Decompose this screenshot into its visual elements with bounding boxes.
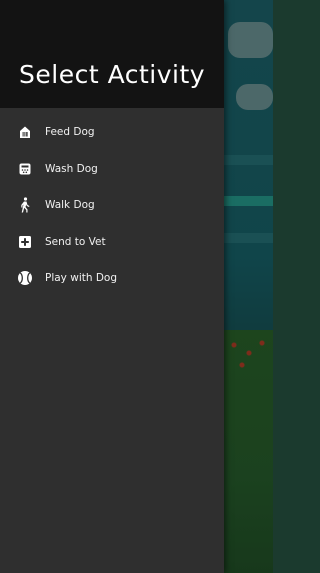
medical-cross-icon bbox=[17, 234, 33, 250]
menu-item-wash-dog[interactable]: Wash Dog bbox=[0, 151, 224, 188]
menu-item-walk-dog[interactable]: Walk Dog bbox=[0, 187, 224, 224]
shower-icon bbox=[17, 161, 33, 177]
app-screen: Select Activity Feed Dog Wash Dog Walk D… bbox=[0, 0, 273, 573]
menu-item-label: Walk Dog bbox=[45, 199, 95, 212]
walk-icon bbox=[17, 197, 33, 213]
menu-item-send-to-vet[interactable]: Send to Vet bbox=[0, 224, 224, 261]
navigation-drawer: Select Activity Feed Dog Wash Dog Walk D… bbox=[0, 0, 224, 573]
food-icon bbox=[17, 124, 33, 140]
drawer-title: Select Activity bbox=[19, 60, 206, 89]
menu-item-feed-dog[interactable]: Feed Dog bbox=[0, 114, 224, 151]
menu-item-label: Feed Dog bbox=[45, 126, 95, 139]
menu-item-label: Send to Vet bbox=[45, 235, 106, 248]
menu-item-label: Wash Dog bbox=[45, 162, 98, 175]
menu-item-label: Play with Dog bbox=[45, 272, 118, 285]
drawer-header: Select Activity bbox=[0, 0, 224, 108]
activity-menu: Feed Dog Wash Dog Walk Dog Send to Vet P… bbox=[0, 114, 224, 297]
menu-item-play-with-dog[interactable]: Play with Dog bbox=[0, 260, 224, 297]
ball-icon bbox=[17, 270, 33, 286]
